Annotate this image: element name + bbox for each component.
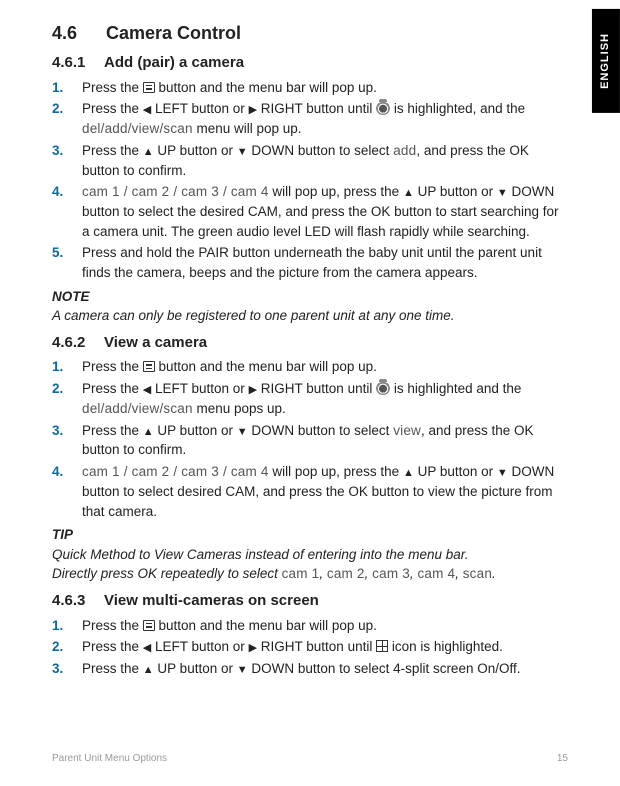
up-arrow-icon: ▲ [403, 467, 414, 479]
page-content: 4.6Camera Control 4.6.1Add (pair) a came… [0, 0, 620, 679]
step-number: 1. [52, 78, 63, 98]
list-item: 3. Press the ▲ UP button or ▼ DOWN butto… [52, 421, 568, 461]
left-arrow-icon: ◀ [143, 642, 151, 654]
camera-icon [376, 101, 390, 115]
up-arrow-icon: ▲ [143, 146, 154, 158]
step-number: 3. [52, 421, 63, 441]
tip-body: Quick Method to View Cameras instead of … [52, 545, 568, 584]
footer-title: Parent Unit Menu Options [52, 752, 167, 767]
menu-icon [143, 82, 155, 93]
menu-icon [143, 620, 155, 631]
heading-number: 4.6 [52, 20, 106, 46]
step-number: 3. [52, 659, 63, 679]
down-arrow-icon: ▼ [237, 664, 248, 676]
subheading-title: View a camera [104, 334, 207, 351]
subheading-number: 4.6.3 [52, 590, 104, 612]
left-arrow-icon: ◀ [143, 104, 151, 116]
heading-4-6: 4.6Camera Control [52, 20, 568, 46]
step-number: 5. [52, 243, 63, 263]
subheading-title: View multi-cameras on screen [104, 592, 319, 609]
subheading-title: Add (pair) a camera [104, 54, 244, 71]
heading-4-6-2: 4.6.2View a camera [52, 332, 568, 354]
step-number: 2. [52, 379, 63, 399]
steps-4-6-1: 1. Press the button and the menu bar wil… [52, 78, 568, 283]
up-arrow-icon: ▲ [143, 426, 154, 438]
left-arrow-icon: ◀ [143, 384, 151, 396]
step-number: 1. [52, 357, 63, 377]
list-item: 3. Press the ▲ UP button or ▼ DOWN butto… [52, 659, 568, 679]
heading-title: Camera Control [106, 23, 241, 43]
list-item: 4. cam 1 / cam 2 / cam 3 / cam 4 will po… [52, 462, 568, 521]
up-arrow-icon: ▲ [403, 187, 414, 199]
list-item: 4. cam 1 / cam 2 / cam 3 / cam 4 will po… [52, 182, 568, 241]
camera-icon [376, 381, 390, 395]
step-number: 4. [52, 462, 63, 482]
steps-4-6-2: 1. Press the button and the menu bar wil… [52, 357, 568, 521]
menu-icon [143, 361, 155, 372]
list-item: 1. Press the button and the menu bar wil… [52, 357, 568, 377]
step-number: 2. [52, 637, 63, 657]
down-arrow-icon: ▼ [497, 467, 508, 479]
page-footer: Parent Unit Menu Options 15 [52, 752, 568, 767]
step-number: 4. [52, 182, 63, 202]
menu-text: del/add/view/scan [82, 401, 193, 416]
steps-4-6-3: 1. Press the button and the menu bar wil… [52, 616, 568, 679]
subheading-number: 4.6.1 [52, 52, 104, 74]
list-item: 3. Press the ▲ UP button or ▼ DOWN butto… [52, 141, 568, 181]
note-body: A camera can only be registered to one p… [52, 306, 568, 326]
list-item: 2. Press the ◀ LEFT button or ▶ RIGHT bu… [52, 379, 568, 419]
heading-4-6-3: 4.6.3View multi-cameras on screen [52, 590, 568, 612]
note-label: NOTE [52, 287, 568, 307]
up-arrow-icon: ▲ [143, 664, 154, 676]
list-item: 1. Press the button and the menu bar wil… [52, 78, 568, 98]
down-arrow-icon: ▼ [237, 146, 248, 158]
right-arrow-icon: ▶ [249, 104, 257, 116]
grid-icon [376, 640, 388, 652]
step-number: 1. [52, 616, 63, 636]
right-arrow-icon: ▶ [249, 384, 257, 396]
list-item: 5. Press and hold the PAIR button undern… [52, 243, 568, 282]
list-item: 1. Press the button and the menu bar wil… [52, 616, 568, 636]
menu-text: del/add/view/scan [82, 121, 193, 136]
subheading-number: 4.6.2 [52, 332, 104, 354]
tip-label: TIP [52, 525, 568, 545]
list-item: 2. Press the ◀ LEFT button or ▶ RIGHT bu… [52, 99, 568, 139]
menu-text: cam 1 / cam 2 / cam 3 / cam 4 [82, 464, 269, 479]
menu-text: cam 1 / cam 2 / cam 3 / cam 4 [82, 184, 269, 199]
heading-4-6-1: 4.6.1Add (pair) a camera [52, 52, 568, 74]
list-item: 2. Press the ◀ LEFT button or ▶ RIGHT bu… [52, 637, 568, 657]
menu-text: view [393, 423, 421, 438]
language-tab: ENGLISH [592, 9, 620, 113]
step-number: 2. [52, 99, 63, 119]
page-number: 15 [557, 752, 568, 767]
step-number: 3. [52, 141, 63, 161]
right-arrow-icon: ▶ [249, 642, 257, 654]
down-arrow-icon: ▼ [237, 426, 248, 438]
menu-text: add [393, 143, 416, 158]
down-arrow-icon: ▼ [497, 187, 508, 199]
